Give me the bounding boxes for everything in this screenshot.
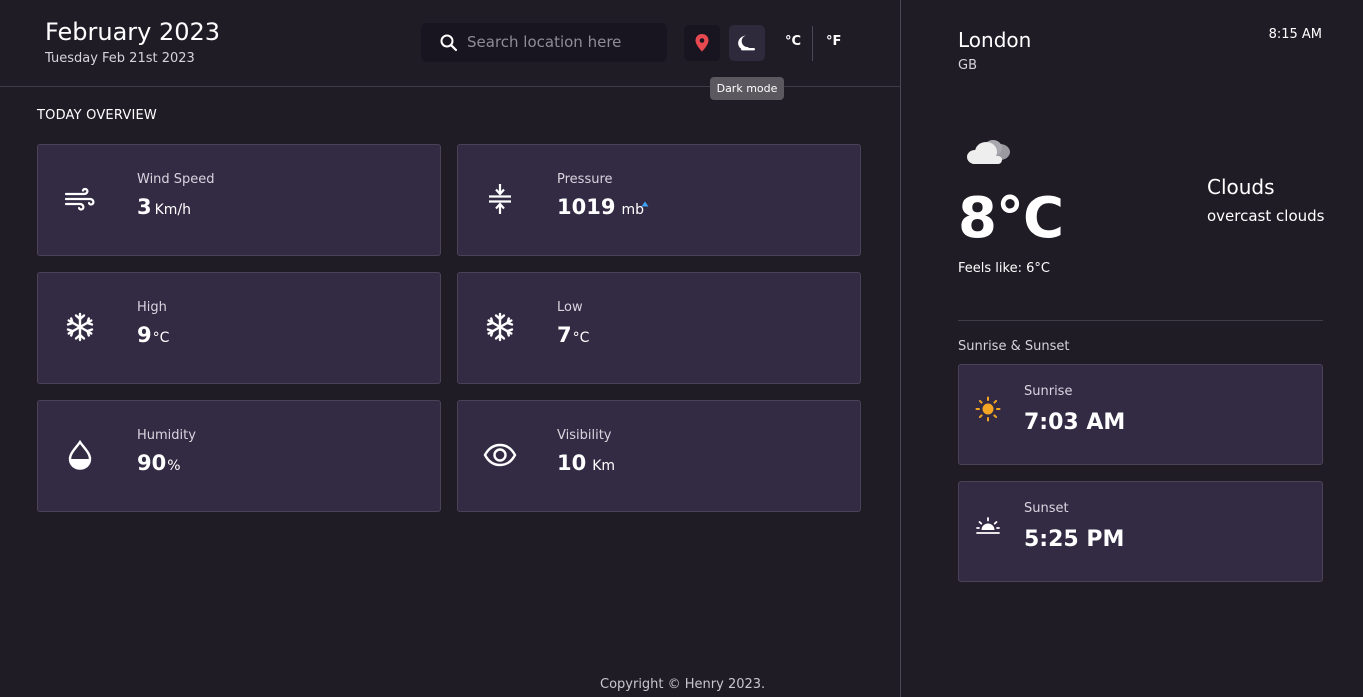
- humidity-unit: %: [167, 458, 181, 474]
- map-pin-icon: [695, 34, 709, 52]
- sunrise-label: Sunrise: [1024, 384, 1073, 399]
- overview-title: TODAY OVERVIEW: [37, 108, 157, 123]
- high-temp-unit: °C: [152, 330, 170, 346]
- pressure-indicator-icon: [641, 201, 649, 207]
- wind-speed-card: Wind Speed 3 Km/h: [37, 144, 441, 256]
- card-label: Visibility: [557, 428, 612, 443]
- search-bar[interactable]: [421, 23, 667, 62]
- wind-icon: [63, 182, 97, 216]
- card-value: 90%: [137, 451, 181, 475]
- high-temp-card: High 9°C: [37, 272, 441, 384]
- high-temp-value: 9: [137, 323, 152, 347]
- dark-mode-tooltip: Dark mode: [710, 77, 784, 100]
- card-value: 10 Km: [557, 451, 615, 475]
- dark-mode-button[interactable]: [729, 25, 765, 61]
- snowflake-icon: [483, 310, 517, 344]
- sunset-time: 5:25 PM: [1024, 527, 1125, 552]
- low-temp-card: Low 7°C: [457, 272, 861, 384]
- wind-speed-value: 3: [137, 195, 152, 219]
- pressure-value: 1019: [557, 195, 616, 219]
- sunrise-card: Sunrise 7:03 AM: [958, 364, 1323, 465]
- low-temp-unit: °C: [572, 330, 590, 346]
- card-label: Humidity: [137, 428, 196, 443]
- card-label: Pressure: [557, 172, 613, 187]
- city-name: London: [958, 28, 1032, 52]
- visibility-unit: Km: [592, 458, 616, 474]
- country-code: GB: [958, 58, 977, 73]
- card-value: 3 Km/h: [137, 195, 191, 219]
- weather-description: overcast clouds: [1207, 207, 1325, 225]
- card-label: Wind Speed: [137, 172, 215, 187]
- sunrise-time: 7:03 AM: [1024, 410, 1126, 435]
- visibility-value: 10: [557, 451, 587, 475]
- page-title: February 2023: [45, 18, 221, 46]
- local-time: 8:15 AM: [1268, 27, 1322, 42]
- unit-divider: [812, 26, 813, 61]
- low-temp-value: 7: [557, 323, 572, 347]
- card-value: 7°C: [557, 323, 589, 347]
- location-button[interactable]: [684, 25, 720, 61]
- snowflake-icon: [63, 310, 97, 344]
- pressure-icon: [483, 182, 517, 216]
- top-bar: February 2023 Tuesday Feb 21st 2023 °C °…: [0, 0, 901, 87]
- wind-speed-unit: Km/h: [154, 202, 192, 218]
- moon-icon: [738, 35, 755, 51]
- feels-like: Feels like: 6°C: [958, 261, 1050, 276]
- sunset-label: Sunset: [1024, 501, 1069, 516]
- date-subtitle: Tuesday Feb 21st 2023: [45, 51, 195, 66]
- main-panel: February 2023 Tuesday Feb 21st 2023 °C °…: [0, 0, 901, 697]
- sunset-card: Sunset 5:25 PM: [958, 481, 1323, 582]
- card-label: Low: [557, 300, 583, 315]
- search-input[interactable]: [467, 31, 657, 53]
- humidity-value: 90: [137, 451, 167, 475]
- humidity-card: Humidity 90%: [37, 400, 441, 512]
- current-temperature: 8°C: [958, 186, 1064, 251]
- visibility-card: Visibility 10 Km: [457, 400, 861, 512]
- eye-icon: [483, 438, 517, 472]
- fahrenheit-toggle[interactable]: °F: [826, 34, 841, 49]
- sunrise-sunset-title: Sunrise & Sunset: [958, 339, 1070, 354]
- weather-side-panel: London GB 8:15 AM 8°C Feels like: 6°C Cl…: [902, 0, 1363, 697]
- card-value: 9°C: [137, 323, 169, 347]
- sunset-icon: [976, 517, 1000, 534]
- search-icon: [440, 34, 458, 52]
- card-value: 1019 mb: [557, 195, 644, 219]
- sun-icon: [975, 396, 1001, 422]
- copyright-text: Copyright © Henry 2023.: [600, 677, 766, 692]
- divider: [958, 320, 1323, 321]
- celsius-toggle[interactable]: °C: [785, 34, 801, 49]
- pressure-card: Pressure 1019 mb: [457, 144, 861, 256]
- card-label: High: [137, 300, 167, 315]
- weather-condition: Clouds: [1207, 175, 1275, 199]
- droplet-icon: [63, 438, 97, 472]
- cloud-icon: [967, 140, 1010, 164]
